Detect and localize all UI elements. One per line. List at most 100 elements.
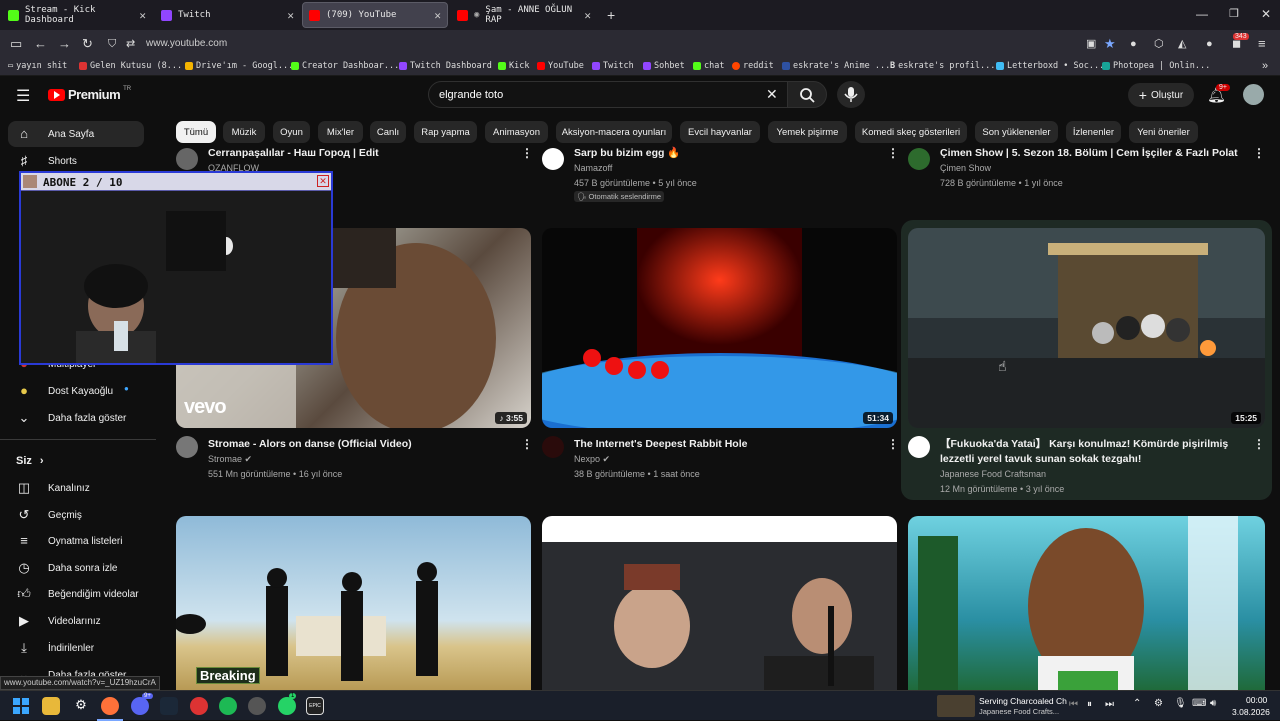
video-title-line-1[interactable]: 【Fukuoka'da Yatai】 Karşı konulmaz! Kömür… <box>940 437 1228 451</box>
sidebar-item-liked-videos[interactable]: 👍︎ Beğendiğim videolar <box>8 581 144 607</box>
clock-time[interactable]: 00:00 <box>1246 695 1267 705</box>
more-options-icon[interactable]: ⋮ <box>521 146 533 160</box>
close-tab-icon[interactable]: ✕ <box>584 9 591 22</box>
network-icon[interactable]: ⌨ <box>1192 698 1206 709</box>
extension-icon[interactable]: ● <box>1130 36 1137 52</box>
bookmark-sohbet[interactable]: Sohbet <box>643 61 685 71</box>
more-options-icon[interactable]: ⋮ <box>1253 146 1265 160</box>
sidebar-item-your-channel[interactable]: ◫ Kanalınız <box>8 475 144 501</box>
chip-recently-uploaded[interactable]: Son yüklenenler <box>975 121 1058 143</box>
channel-avatar[interactable] <box>176 436 198 458</box>
youtube-logo[interactable]: Premium TR <box>48 86 131 102</box>
translate-icon[interactable]: ▣ <box>1086 36 1096 52</box>
reload-icon[interactable]: ↻ <box>82 36 93 52</box>
bookmark-star-icon[interactable]: ★ <box>1104 36 1116 52</box>
tab-sam-video[interactable]: ◉ Şam - ANNE OĞLUN RAP ✕ <box>451 2 597 28</box>
chip-rap[interactable]: Rap yapma <box>414 121 477 143</box>
channel-avatar[interactable] <box>542 148 564 170</box>
chip-new-to-you[interactable]: Yeni öneriler <box>1129 121 1198 143</box>
sidebar-item-downloads[interactable]: ⤓ İndirilenler <box>8 635 144 661</box>
bookmark-youtube[interactable]: YouTube <box>537 61 584 71</box>
chip-pets[interactable]: Evcil hayvanlar <box>680 121 760 143</box>
close-tab-icon[interactable]: ✕ <box>287 9 294 22</box>
video-thumbnail[interactable]: Breaking <box>176 516 531 690</box>
more-options-icon[interactable]: ⋮ <box>887 146 899 160</box>
discord-icon[interactable] <box>131 697 149 715</box>
channel-name[interactable]: Namazoff <box>574 163 612 173</box>
spotify-icon[interactable] <box>219 697 237 715</box>
video-title[interactable]: Stromae - Alors on danse (Official Video… <box>208 437 412 451</box>
bookmark-twitch-dashboard[interactable]: Twitch Dashboard <box>399 61 492 71</box>
obs-icon[interactable] <box>190 697 208 715</box>
video-thumbnail[interactable] <box>908 516 1265 690</box>
sidebar-item-watch-later[interactable]: ◷ Daha sonra izle <box>8 555 144 581</box>
chip-animation[interactable]: Animasyon <box>485 121 548 143</box>
tab-kick-dashboard[interactable]: Stream - Kick Dashboard ✕ <box>2 2 152 28</box>
bookmark-anime[interactable]: eskrate's Anime ... <box>782 61 890 71</box>
overlay-title-bar[interactable]: ABONE 2 / 10 ✕ <box>21 173 331 191</box>
channel-name[interactable]: Stromae ✔ <box>208 454 252 465</box>
bookmark-chat[interactable]: chat <box>693 61 724 71</box>
media-next-icon[interactable]: ⏭ <box>1105 699 1114 710</box>
clock-date[interactable]: 3.08.2026 <box>1232 707 1270 717</box>
sidebar-item-history[interactable]: ↺ Geçmiş <box>8 502 144 528</box>
hamburger-menu-icon[interactable]: ☰ <box>16 86 30 106</box>
menu-icon[interactable]: ≡ <box>1258 36 1266 52</box>
stream-overlay-window[interactable]: ABONE 2 / 10 ✕ <box>19 171 333 365</box>
bookmark-folder[interactable]: ▭ yayın shit <box>8 61 67 71</box>
more-options-icon[interactable]: ⋮ <box>887 437 899 451</box>
video-thumbnail[interactable] <box>542 516 897 690</box>
voice-search-button[interactable] <box>837 81 865 108</box>
channel-avatar[interactable] <box>908 436 930 458</box>
more-options-icon[interactable]: ⋮ <box>1253 437 1265 451</box>
channel-name[interactable]: Japanese Food Craftsman <box>940 469 1046 479</box>
channel-avatar[interactable] <box>908 148 930 170</box>
url-bar[interactable]: www.youtube.com <box>146 38 227 49</box>
close-tab-icon[interactable]: ✕ <box>139 9 146 22</box>
forward-icon[interactable]: → <box>58 36 71 52</box>
bookmark-drive[interactable]: Drive'ım - Googl... <box>185 61 293 71</box>
overlay-close-icon[interactable]: ✕ <box>317 175 329 187</box>
file-explorer-icon[interactable] <box>42 697 60 715</box>
tray-overflow-icon[interactable]: ⌃ <box>1133 698 1141 709</box>
restore-icon[interactable]: ❐ <box>1229 7 1239 20</box>
sidebar-item-your-videos[interactable]: ▶ Videolarınız <box>8 608 144 634</box>
chip-all[interactable]: Tümü <box>176 121 216 143</box>
channel-name[interactable]: Çimen Show <box>940 163 991 173</box>
search-input[interactable]: elgrande toto ✕ <box>428 81 788 108</box>
media-pause-icon[interactable]: ⏸ <box>1087 699 1092 710</box>
sidebar-item-dost-kayaoglu[interactable]: ● Dost Kayaoğlu ● <box>8 378 144 404</box>
windows-start-icon[interactable] <box>13 698 29 714</box>
video-thumbnail[interactable]: ☝︎ 15:25 <box>908 228 1265 428</box>
video-thumbnail[interactable]: 51:34 <box>542 228 897 428</box>
chip-gaming[interactable]: Oyun <box>273 121 310 143</box>
bookmark-reddit[interactable]: reddit <box>732 61 774 71</box>
more-options-icon[interactable]: ⋮ <box>521 437 533 451</box>
channel-avatar[interactable] <box>542 436 564 458</box>
steam-icon[interactable] <box>160 697 178 715</box>
chip-music[interactable]: Müzik <box>223 121 265 143</box>
firefox-icon[interactable] <box>101 697 119 715</box>
create-button[interactable]: + Oluştur <box>1128 83 1194 107</box>
chip-watched[interactable]: İzlenenler <box>1066 121 1121 143</box>
extensions-puzzle-icon[interactable]: ⬡ <box>1154 36 1164 52</box>
video-title-line-2[interactable]: lezzetli yerel tavuk sunan sokak tezgahı… <box>940 452 1141 466</box>
sidebar-item-playlists[interactable]: ≡ Oynatma listeleri <box>8 528 144 554</box>
extension-icon[interactable]: ◭ <box>1178 36 1186 52</box>
bookmark-kick[interactable]: Kick <box>498 61 529 71</box>
microphone-icon[interactable]: 🎙︎ <box>1174 698 1187 709</box>
sidebar-you-header[interactable]: Siz › <box>16 455 44 467</box>
epic-games-icon[interactable]: EPIC <box>306 697 324 715</box>
shield-icon[interactable]: ⛉ <box>108 36 116 52</box>
video-title[interactable]: Cerranpaşalılar - Наш Город | Edit <box>208 146 379 160</box>
close-tab-icon[interactable]: ✕ <box>434 9 441 22</box>
minimize-icon[interactable]: — <box>1196 7 1208 21</box>
media-previous-icon[interactable]: ⏮ <box>1069 699 1078 710</box>
close-window-icon[interactable]: ✕ <box>1261 7 1271 21</box>
search-button[interactable] <box>787 81 827 108</box>
chip-cooking[interactable]: Yemek pişirme <box>768 121 847 143</box>
bookmark-photopea[interactable]: Photopea | Onlin... <box>1102 61 1210 71</box>
bookmark-gmail[interactable]: Gelen Kutusu (8... <box>79 61 182 71</box>
sidebar-item-home[interactable]: ⌂ Ana Sayfa <box>8 121 144 147</box>
volume-icon[interactable]: 🔊︎ <box>1210 698 1216 709</box>
